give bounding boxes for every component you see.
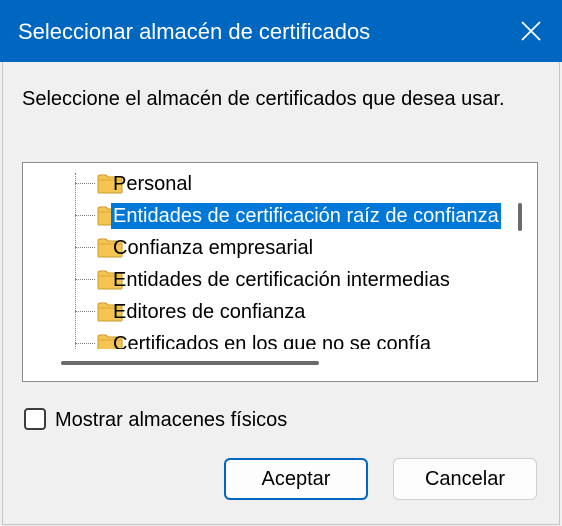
tree-item-label: Editores de confianza <box>113 301 306 323</box>
tree-connector <box>75 247 95 248</box>
tree-connector <box>75 343 95 344</box>
tree-connector <box>75 279 95 280</box>
tree-connector <box>75 183 95 184</box>
vertical-scrollbar-thumb[interactable] <box>518 203 522 231</box>
tree-connector <box>75 311 95 312</box>
tree-item-label: Personal <box>113 173 192 195</box>
tree-item-label: Confianza empresarial <box>113 237 314 259</box>
tree-item-enterprise-trust[interactable]: Confianza empresarial <box>23 233 505 261</box>
tree-item-personal[interactable]: Personal <box>23 169 505 197</box>
tree-item-trusted-publishers[interactable]: Editores de confianza <box>23 297 505 325</box>
tree-item-label: Entidades de certificación intermedias <box>113 269 450 291</box>
title-bar: Seleccionar almacén de certificados <box>0 0 562 62</box>
show-physical-stores-checkbox[interactable] <box>24 408 46 430</box>
tree-item-untrusted[interactable]: Certificados en los que no se confía <box>23 329 505 349</box>
tree-connector <box>75 215 95 216</box>
ok-button[interactable]: Aceptar <box>224 458 368 500</box>
horizontal-scrollbar-thumb[interactable] <box>61 361 319 365</box>
prompt-text: Seleccione el almacén de certificados qu… <box>22 88 505 110</box>
window-title: Seleccionar almacén de certificados <box>18 19 371 44</box>
close-icon <box>521 21 541 41</box>
tree-viewport: Personal Entidades de certificación raíz… <box>23 163 505 349</box>
cancel-button[interactable]: Cancelar <box>393 458 537 500</box>
tree-item-trusted-root[interactable]: Entidades de certificación raíz de confi… <box>23 201 505 229</box>
certificate-store-tree[interactable]: Personal Entidades de certificación raíz… <box>22 162 538 382</box>
tree-item-label: Entidades de certificación raíz de confi… <box>111 203 501 229</box>
tree-item-intermediate[interactable]: Entidades de certificación intermedias <box>23 265 505 293</box>
close-button[interactable] <box>500 0 562 62</box>
show-physical-stores-label: Mostrar almacenes físicos <box>55 409 288 431</box>
tree-item-label: Certificados en los que no se confía <box>113 333 431 349</box>
